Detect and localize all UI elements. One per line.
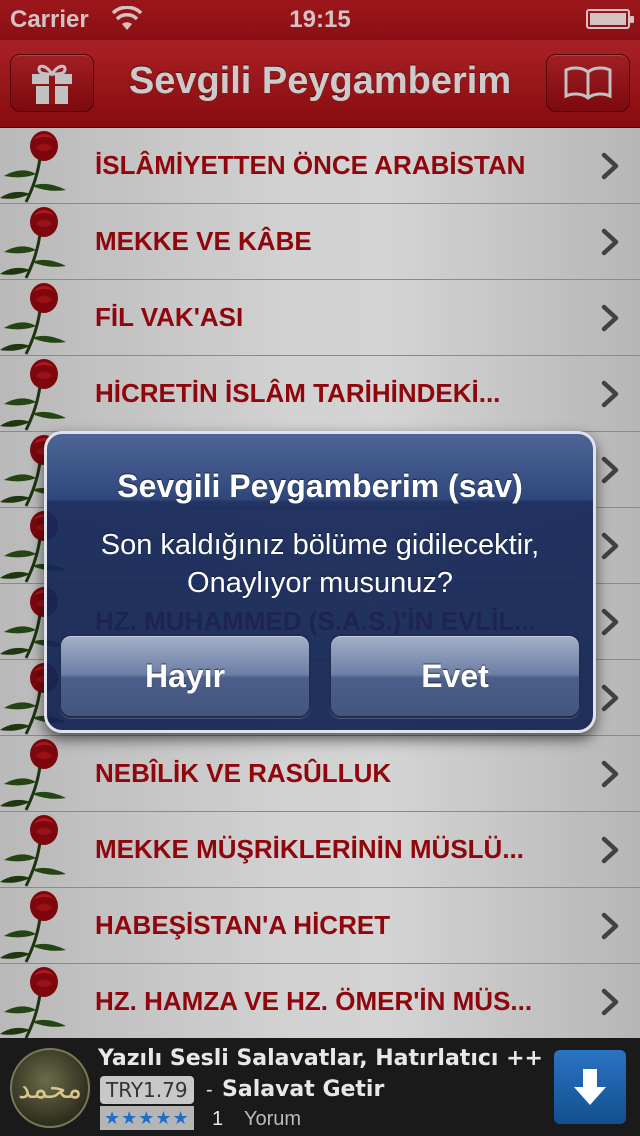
- app-logo: محمد: [10, 1048, 90, 1128]
- download-button[interactable]: [554, 1050, 626, 1124]
- cancel-button[interactable]: Hayır: [59, 634, 311, 718]
- ad-banner[interactable]: محمد Yazılı Sesli Salavatlar, Hatırlatıc…: [0, 1038, 640, 1136]
- ad-title: Yazılı Sesli Salavatlar, Hatırlatıcı ++: [98, 1046, 543, 1071]
- ad-separator: -: [206, 1079, 213, 1101]
- rating-count: 1: [212, 1108, 224, 1130]
- alert-message-line2: Onaylıyor musunuz?: [187, 567, 453, 599]
- confirm-button-label: Evet: [421, 658, 489, 694]
- app-logo-text: محمد: [18, 1072, 82, 1105]
- ad-app-name: Salavat Getir: [222, 1077, 385, 1102]
- rating-stars: ★★★★★: [100, 1106, 194, 1130]
- cancel-button-label: Hayır: [144, 658, 226, 694]
- review-label: Yorum: [244, 1108, 302, 1130]
- ad-price-badge: TRY1.79: [100, 1076, 194, 1104]
- alert-message-line1: Son kaldığınız bölüme gidilecektir,: [100, 529, 540, 561]
- confirm-alert: Sevgili Peygamberim (sav) Son kaldığınız…: [44, 431, 596, 733]
- alert-title: Sevgili Peygamberim (sav): [117, 468, 523, 504]
- download-arrow-icon: [574, 1069, 606, 1105]
- confirm-button[interactable]: Evet: [329, 634, 581, 718]
- alert-message: Son kaldığınız bölüme gidilecektir, Onay…: [57, 526, 583, 602]
